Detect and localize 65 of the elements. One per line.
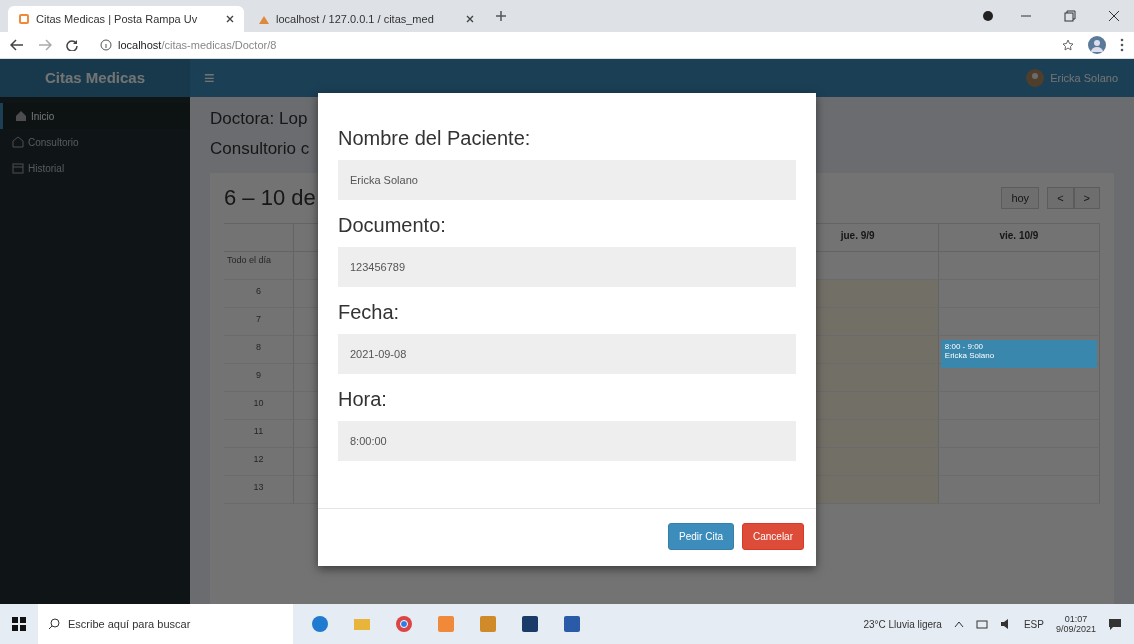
avatar-icon[interactable] bbox=[1088, 36, 1106, 54]
brand-logo[interactable]: Citas Medicas bbox=[0, 59, 190, 97]
url-text: localhost/citas-medicas/Doctor/8 bbox=[118, 39, 277, 51]
input-field[interactable]: 123456789 bbox=[338, 247, 796, 287]
hour-label: 6 bbox=[224, 280, 294, 308]
hour-label: 11 bbox=[224, 420, 294, 448]
hour-label: 10 bbox=[224, 392, 294, 420]
calendar-nav-button[interactable]: > bbox=[1073, 187, 1100, 209]
field-label: Fecha: bbox=[338, 301, 401, 324]
restore-icon[interactable] bbox=[1064, 10, 1076, 22]
calendar-nav-button[interactable]: < bbox=[1047, 187, 1074, 209]
search-field[interactable]: Escribe aquí para buscar bbox=[38, 604, 293, 644]
clock-date: 9/09/2021 bbox=[1055, 624, 1096, 634]
field-label: Hora: bbox=[338, 388, 388, 411]
sidebar-item[interactable]: Historial bbox=[0, 155, 190, 181]
tab-title: localhost / 127.0.0.1 / citas_med bbox=[276, 13, 435, 25]
reload-icon[interactable] bbox=[66, 39, 78, 51]
house-icon bbox=[12, 136, 24, 148]
home-icon bbox=[15, 110, 27, 122]
hour-label: 9 bbox=[224, 364, 294, 392]
tab-title: Citas Medicas | Posta Rampa Uv bbox=[36, 13, 199, 25]
weather-status: 23°C Lluvia ligera bbox=[863, 618, 942, 630]
hour-label: 7 bbox=[224, 308, 294, 336]
close-icon[interactable] bbox=[226, 15, 234, 23]
info-icon[interactable] bbox=[100, 39, 112, 51]
edge-icon[interactable] bbox=[311, 615, 329, 633]
field-label: Nombre del Paciente: bbox=[338, 127, 532, 150]
input-field[interactable]: 8:00:00 bbox=[338, 421, 796, 461]
user-name[interactable]: Ericka Solano bbox=[1050, 72, 1118, 84]
all-day-label: Todo el día bbox=[224, 252, 294, 280]
calendar-icon bbox=[12, 162, 24, 174]
browser-tab[interactable]: localhost / 127.0.0.1 / citas_med bbox=[248, 6, 484, 32]
back-icon[interactable] bbox=[10, 39, 24, 51]
menu-toggle[interactable]: ≡ bbox=[204, 67, 215, 89]
cancel-button[interactable]: Cancelar bbox=[741, 523, 804, 550]
column-header: vie. 10/9 bbox=[938, 224, 1100, 252]
browser-tab[interactable]: Citas Medicas | Posta Rampa Uv bbox=[8, 6, 244, 32]
hour-label: 8 bbox=[224, 336, 294, 364]
input-field[interactable]: Ericka Solano bbox=[338, 160, 796, 200]
caret-icon[interactable] bbox=[953, 620, 964, 628]
record-icon[interactable] bbox=[982, 10, 994, 22]
close-icon[interactable] bbox=[466, 15, 474, 23]
input-field[interactable]: 2021-09-08 bbox=[338, 334, 796, 374]
doctor-heading: Doctora: Lop bbox=[210, 109, 309, 129]
network-icon[interactable] bbox=[975, 618, 988, 630]
sidebar-item[interactable]: Consultorio bbox=[0, 129, 190, 155]
calendar-nav-button[interactable]: hoy bbox=[1001, 187, 1040, 209]
close-icon[interactable] bbox=[1108, 10, 1120, 22]
clock-time: 01:07 bbox=[1064, 614, 1088, 624]
plus-icon[interactable] bbox=[496, 11, 506, 21]
hour-label: 12 bbox=[224, 448, 294, 476]
app-icon[interactable] bbox=[521, 615, 539, 633]
word-icon[interactable] bbox=[563, 615, 581, 633]
search-icon[interactable] bbox=[48, 618, 60, 630]
office-heading: Consultorio c bbox=[210, 139, 311, 159]
submit-button[interactable]: Pedir Cita bbox=[668, 523, 734, 550]
star-icon[interactable] bbox=[1062, 39, 1074, 51]
chrome-icon[interactable] bbox=[395, 615, 413, 633]
calendar-title: 6 – 10 de bbox=[224, 185, 316, 211]
hour-label: 13 bbox=[224, 476, 294, 504]
language-indicator[interactable]: ESP bbox=[1023, 618, 1044, 630]
notification-icon[interactable] bbox=[1108, 617, 1122, 631]
field-label: Documento: bbox=[338, 214, 447, 237]
more-icon[interactable] bbox=[1120, 38, 1124, 52]
windows-icon[interactable] bbox=[12, 617, 26, 631]
